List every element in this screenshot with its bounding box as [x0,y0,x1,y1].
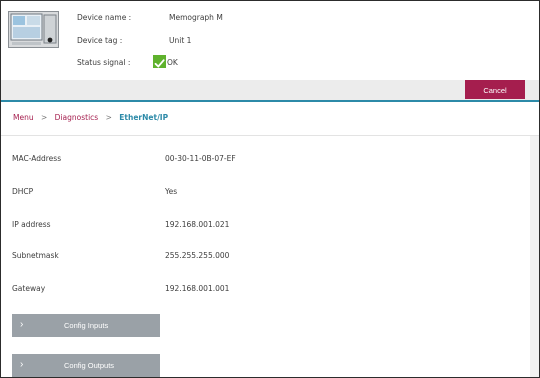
config-outputs-label: Config Outputs [64,361,115,370]
breadcrumb-menu-link[interactable]: Menu [13,113,34,122]
device-tag-value: Unit 1 [169,36,192,45]
device-header: Device name : Memograph M Device tag : U… [1,1,539,80]
subnetmask-value: 255.255.255.000 [165,251,230,260]
checkmark-icon [153,55,166,68]
chevron-right-icon: › [20,359,24,370]
gateway-label: Gateway [12,284,46,293]
page-frame: Device name : Memograph M Device tag : U… [0,0,540,378]
breadcrumb-current: EtherNet/IP [119,113,169,122]
breadcrumb-separator: > [105,113,112,122]
ip-address-value: 192.168.001.021 [165,220,230,229]
device-name-value: Memograph M [169,13,223,22]
device-thumbnail [8,11,59,48]
content-divider [1,135,539,136]
subnetmask-label: Subnetmask [12,251,59,260]
status-signal-label: Status signal : [77,58,131,67]
breadcrumb-separator: > [40,113,48,122]
device-name-label: Device name : [77,13,132,22]
config-inputs-label: Config Inputs [64,321,109,330]
config-outputs-button[interactable]: › Config Outputs [12,354,160,377]
breadcrumb-diagnostics-link[interactable]: Diagnostics [55,113,99,122]
gateway-value: 192.168.001.001 [165,284,230,293]
config-inputs-button[interactable]: › Config Inputs [12,314,160,337]
dhcp-label: DHCP [12,187,34,196]
status-signal-value: OK [167,58,178,67]
device-tag-label: Device tag : [77,36,123,45]
accent-divider [1,100,539,102]
ip-address-label: IP address [12,220,51,229]
mac-address-value: 00-30-11-0B-07-EF [165,154,236,163]
toolbar: Cancel [1,80,539,100]
cancel-button[interactable]: Cancel [465,80,525,99]
chevron-right-icon: › [20,319,24,330]
mac-address-label: MAC-Address [12,154,62,163]
scroll-area[interactable] [530,136,539,377]
dhcp-value: Yes [165,187,178,196]
breadcrumb: Menu > Diagnostics > EtherNet/IP [13,113,168,122]
